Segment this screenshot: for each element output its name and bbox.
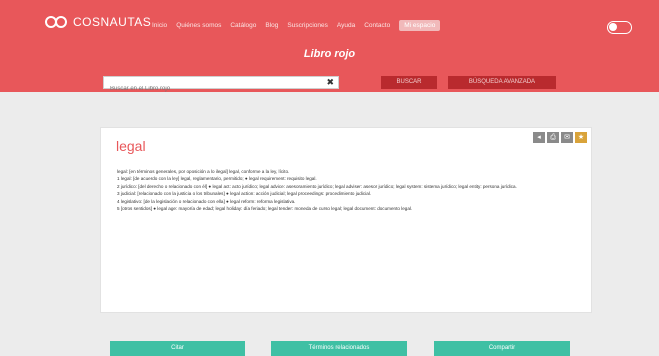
logo-text: COSNAUTAS	[73, 15, 152, 29]
toggle-knob-icon	[609, 23, 617, 31]
search-button[interactable]: BUSCAR	[381, 76, 437, 89]
definition-line: 1 legal: [de acuerdo con la ley] legal, …	[117, 176, 317, 182]
definition-line: 4 legislativo: [de la legislación o rela…	[117, 198, 296, 204]
account-button[interactable]: Mi espacio	[399, 20, 441, 31]
header: COSNAUTAS Inicio Quiénes somos Catálogo …	[0, 0, 659, 95]
entry-tools: ◂ ⎙ ✉ ★	[533, 132, 587, 143]
mail-icon[interactable]: ✉	[561, 132, 573, 143]
related-terms-button[interactable]: Términos relacionados	[271, 341, 407, 356]
favorite-icon[interactable]: ★	[575, 132, 587, 143]
nav-item-inicio[interactable]: Inicio	[152, 22, 167, 29]
definition-line: 2 jurídico: [del derecho o relacionado c…	[117, 183, 517, 189]
back-icon[interactable]: ◂	[533, 132, 545, 143]
print-icon[interactable]: ⎙	[547, 132, 559, 143]
entry-card: legal ◂ ⎙ ✉ ★ legal: [en términos genera…	[100, 127, 592, 313]
search-box: ✖	[103, 76, 339, 95]
share-button[interactable]: Compartir	[434, 341, 570, 356]
search-input[interactable]	[104, 83, 324, 95]
cite-button[interactable]: Citar	[110, 341, 245, 356]
definition-line: legal: [en términos generales, por oposi…	[117, 169, 290, 174]
nav-item-quienes-somos[interactable]: Quiénes somos	[176, 22, 221, 29]
nav-item-contacto[interactable]: Contacto	[364, 22, 390, 29]
advanced-search-button[interactable]: BÚSQUEDA AVANZADA	[448, 76, 556, 89]
definition-line: 3 judicial: [relacionado con la justicia…	[117, 191, 372, 197]
definition-line: 5 [otros sentidos] ● legal age: mayoría …	[117, 206, 413, 212]
logo[interactable]: COSNAUTAS	[45, 15, 151, 29]
nav-item-blog[interactable]: Blog	[265, 22, 278, 29]
clear-icon[interactable]: ✖	[326, 77, 334, 88]
nav-item-ayuda[interactable]: Ayuda	[337, 22, 355, 29]
nav-item-catalogo[interactable]: Catálogo	[230, 22, 256, 29]
page-title: Libro rojo	[303, 48, 356, 60]
logo-icon	[45, 15, 69, 29]
theme-toggle[interactable]	[607, 21, 632, 34]
nav-item-suscripciones[interactable]: Suscripciones	[287, 22, 327, 29]
main-nav: Inicio Quiénes somos Catálogo Blog Suscr…	[152, 20, 441, 31]
entry-term: legal	[116, 138, 146, 154]
entry-definition: legal: [en términos generales, por oposi…	[117, 168, 575, 212]
